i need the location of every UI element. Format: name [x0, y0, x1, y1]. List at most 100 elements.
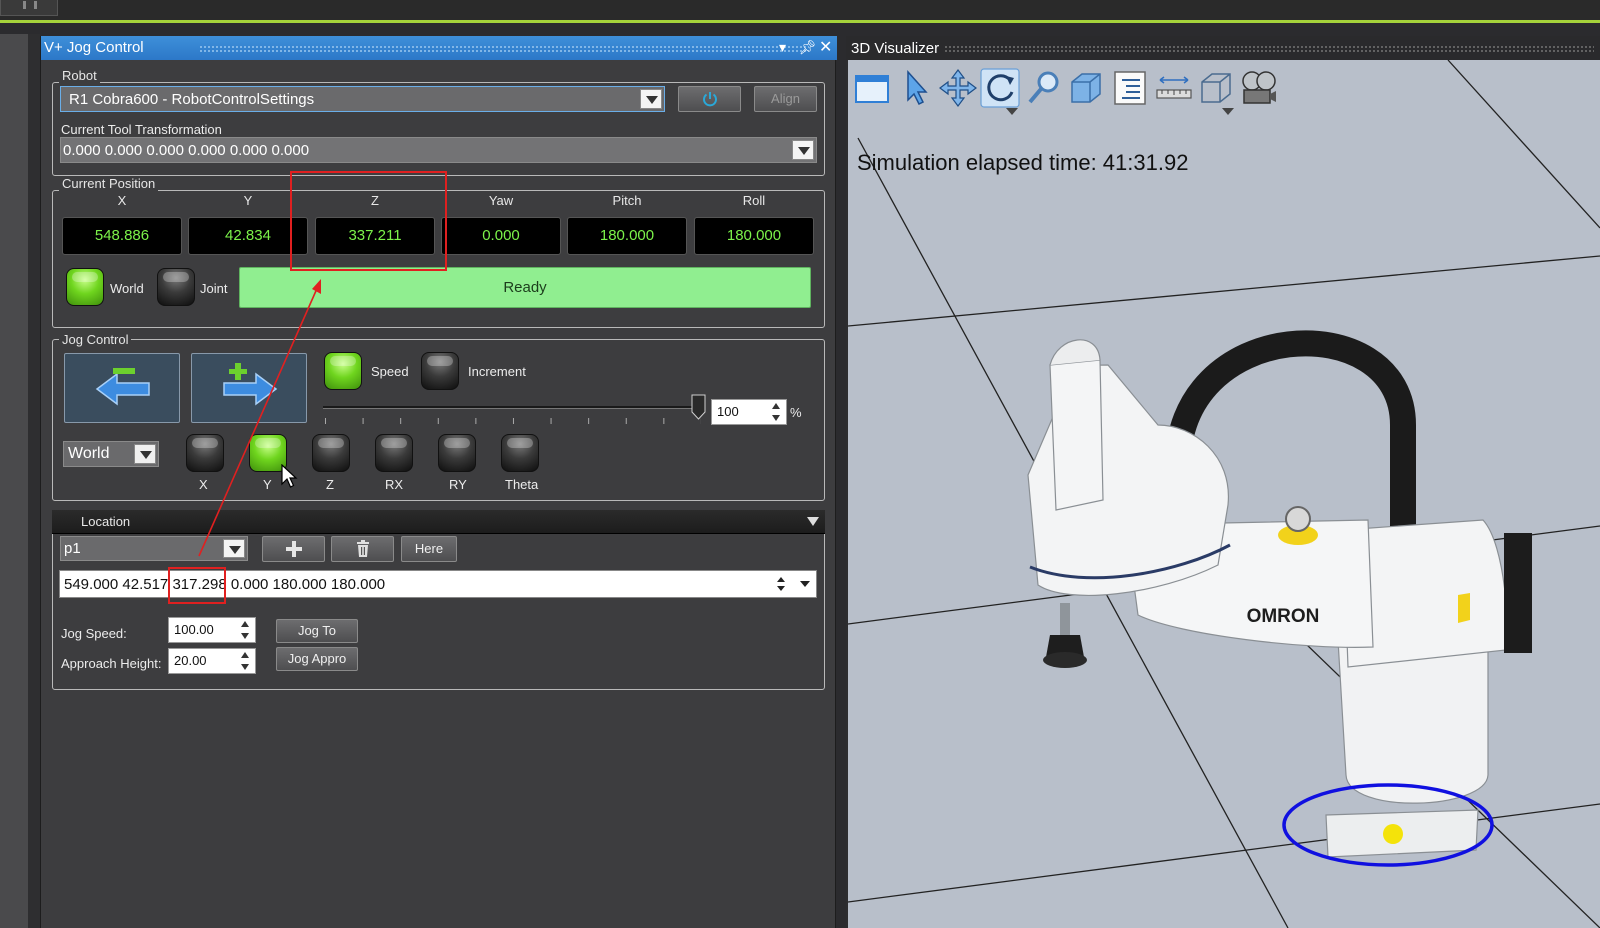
wireframe-box-icon[interactable] [1196, 68, 1236, 108]
axis-rx-label: RX [385, 477, 404, 492]
jog-panel-titlebar: V+ Jog Control ▾ 📌︎ ✕ [41, 36, 837, 60]
spin-up-icon[interactable] [241, 621, 249, 627]
header-yaw: Yaw [488, 193, 514, 208]
location-title: Location [81, 514, 131, 529]
world-mode-label: World [110, 281, 144, 296]
jog-minus-button[interactable] [64, 353, 180, 423]
rotate-orbit-icon[interactable] [980, 68, 1020, 108]
left-dock-strip [0, 34, 28, 928]
window-icon[interactable] [852, 68, 892, 108]
select-pointer-icon[interactable] [896, 68, 936, 108]
align-button[interactable]: Align [754, 86, 817, 112]
current-position-label: Current Position [59, 176, 159, 191]
annotation-box-location-z [168, 567, 226, 604]
robot-model: OMRON [1027, 330, 1532, 867]
percent-label: % [790, 405, 802, 420]
jog-frame-select[interactable]: World [63, 441, 159, 467]
position-pitch-readout: 180.000 [567, 217, 687, 255]
app-top-bar [0, 0, 1600, 23]
jog-control-panel: V+ Jog Control ▾ 📌︎ ✕ Robot R1 Cobra600 … [40, 36, 837, 928]
annotation-box-z-readout [290, 171, 447, 271]
robot-select[interactable]: R1 Cobra600 - RobotControlSettings [60, 86, 665, 112]
location-value-rest: 0.000 180.000 180.000 [226, 576, 386, 593]
spin-down-icon[interactable] [772, 415, 780, 421]
tool-transformation-select[interactable]: 0.000 0.000 0.000 0.000 0.000 0.000 [60, 137, 817, 163]
pin-icon[interactable]: 📌︎ [799, 39, 817, 56]
chevron-down-icon[interactable] [800, 580, 810, 588]
visualizer-title: 3D Visualizer [851, 40, 940, 57]
spin-up-icon[interactable] [241, 652, 249, 658]
jog-appro-button[interactable]: Jog Appro [276, 647, 358, 671]
jog-frame-value: World [68, 445, 110, 462]
chevron-down-icon[interactable] [640, 89, 662, 109]
rotate-dropdown-icon[interactable] [1006, 108, 1018, 116]
header-roll: Roll [742, 193, 766, 208]
speed-percent-value: 100 [717, 404, 739, 419]
titlebar-grip [199, 45, 809, 52]
collapse-icon[interactable] [807, 517, 819, 526]
axis-theta-label: Theta [505, 477, 539, 492]
menu-button[interactable] [0, 0, 58, 16]
speed-slider-track[interactable] [323, 406, 703, 409]
spin-updown-icon[interactable] [776, 575, 786, 593]
jog-control-label: Jog Control [59, 332, 132, 347]
jog-speed-spinner[interactable]: 100.00 [168, 617, 256, 643]
left-dock-gap [28, 34, 40, 928]
axis-ry-label: RY [449, 477, 467, 492]
spin-up-icon[interactable] [772, 403, 780, 409]
here-button[interactable]: Here [401, 536, 457, 562]
speed-mode-label: Speed [371, 364, 409, 379]
tool-transformation-label: Current Tool Transformation [61, 122, 222, 137]
position-x-readout: 548.886 [62, 217, 182, 255]
titlebar-grip [944, 45, 1594, 52]
trash-icon [356, 540, 369, 557]
visualizer-canvas[interactable]: Simulation elapsed time: 41:31.92 OMRON [848, 60, 1600, 928]
header-x: X [117, 193, 127, 208]
jog-speed-label: Jog Speed: [61, 626, 127, 641]
location-value-xy: 549.000 42.517 [64, 576, 173, 593]
approach-height-spinner[interactable]: 20.00 [168, 648, 256, 674]
arrow-left-minus-icon [95, 368, 150, 406]
axis-theta-button[interactable] [501, 434, 539, 472]
close-icon[interactable]: ✕ [819, 37, 832, 57]
simulation-elapsed-time: Simulation elapsed time: 41:31.92 [857, 150, 1189, 175]
increment-mode-button[interactable] [421, 352, 459, 390]
visualizer-titlebar: 3D Visualizer [846, 36, 1600, 60]
robot-brand-label: OMRON [1247, 606, 1320, 627]
axis-ry-button[interactable] [438, 434, 476, 472]
position-yaw-readout: 0.000 [441, 217, 561, 255]
view-dropdown-icon[interactable] [1222, 108, 1234, 116]
joint-mode-button[interactable] [157, 268, 195, 306]
tool-transformation-value: 0.000 0.000 0.000 0.000 0.000 0.000 [63, 142, 310, 159]
power-icon [702, 92, 717, 107]
robot-select-value: R1 Cobra600 - RobotControlSettings [69, 91, 315, 108]
delete-location-button[interactable] [331, 536, 394, 562]
tree-list-icon[interactable] [1110, 68, 1150, 108]
pan-move-icon[interactable] [938, 68, 978, 108]
chevron-down-icon[interactable] [792, 140, 814, 160]
approach-height-label: Approach Height: [61, 656, 162, 671]
power-button[interactable] [678, 86, 741, 112]
dropdown-icon[interactable]: ▾ [779, 39, 786, 56]
zoom-magnifier-icon[interactable] [1024, 68, 1064, 108]
jog-speed-value: 100.00 [174, 622, 214, 637]
world-mode-button[interactable] [66, 268, 104, 306]
chevron-down-icon[interactable] [134, 444, 156, 464]
robot-group-label: Robot [59, 68, 100, 83]
increment-mode-label: Increment [468, 364, 526, 379]
axis-rx-button[interactable] [375, 434, 413, 472]
approach-height-value: 20.00 [174, 653, 207, 668]
film-reel-icon[interactable] [1238, 68, 1278, 108]
position-roll-readout: 180.000 [694, 217, 814, 255]
jog-to-button[interactable]: Jog To [276, 619, 358, 643]
measure-ruler-icon[interactable] [1154, 68, 1194, 108]
accent-line [0, 20, 1600, 23]
speed-slider-thumb[interactable] [691, 394, 706, 420]
location-header[interactable]: Location [52, 510, 825, 534]
spin-down-icon[interactable] [241, 633, 249, 639]
speed-slider-ticks [325, 418, 701, 424]
cube-view-icon[interactable] [1066, 68, 1106, 108]
spin-down-icon[interactable] [241, 664, 249, 670]
speed-percent-spinner[interactable]: 100 [711, 399, 787, 425]
header-pitch: Pitch [612, 193, 642, 208]
